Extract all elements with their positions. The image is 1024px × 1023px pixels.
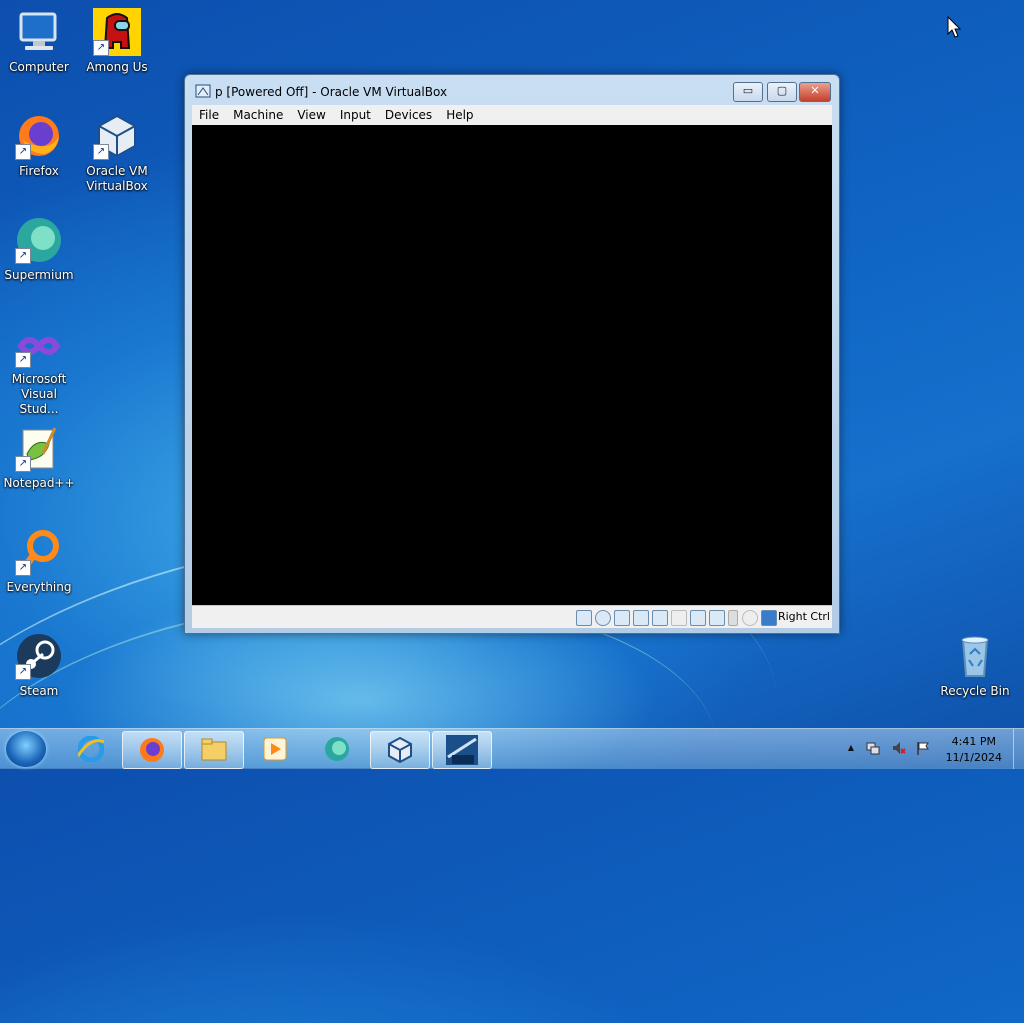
maximize-button[interactable]: ▢ [767, 82, 797, 102]
shortcut-arrow-icon: ↗ [15, 248, 31, 264]
among-us-icon: ↗ [93, 8, 141, 56]
desktop-icon-among-us[interactable]: ↗ Among Us [79, 8, 155, 75]
tray-show-hidden-icons[interactable]: ▲ [844, 741, 858, 755]
supermium-icon: ↗ [15, 216, 63, 264]
action-center-flag-icon[interactable] [916, 741, 930, 755]
status-bar: Right Ctrl [192, 605, 832, 628]
audio-icon[interactable] [614, 610, 630, 626]
media-player-icon [263, 737, 287, 761]
desktop-icon-virtualbox[interactable]: ↗ Oracle VM VirtualBox [79, 112, 155, 194]
taskbar-supermium[interactable] [308, 731, 366, 767]
cpu-icon[interactable] [728, 610, 738, 626]
network-icon[interactable] [633, 610, 649, 626]
shortcut-arrow-icon: ↗ [15, 664, 31, 680]
clock-date: 11/1/2024 [945, 751, 1002, 764]
visual-studio-icon: ↗ [15, 320, 63, 368]
desktop-icon-notepadpp[interactable]: ↗ Notepad++ [1, 424, 77, 491]
shortcut-arrow-icon: ↗ [93, 144, 109, 160]
optical-drive-icon[interactable] [595, 610, 611, 626]
close-button[interactable]: ✕ [799, 82, 831, 102]
desktop-icon-label: Oracle VM VirtualBox [86, 164, 148, 193]
taskbar-virtualbox[interactable] [370, 731, 430, 769]
taskbar-media-player[interactable] [246, 731, 304, 767]
desktop-icon-supermium[interactable]: ↗ Supermium [1, 216, 77, 283]
menu-input[interactable]: Input [333, 105, 378, 122]
display-icon[interactable] [690, 610, 706, 626]
menu-devices[interactable]: Devices [378, 105, 439, 122]
desktop-icon-everything[interactable]: ↗ Everything [1, 528, 77, 595]
host-key-label: Right Ctrl [777, 610, 830, 623]
firefox-icon [140, 738, 164, 762]
taskbar-windows-2000-vm[interactable] [432, 731, 492, 769]
desktop-icon-label: Everything [6, 580, 72, 594]
desktop-icon-label: Microsoft Visual Stud... [11, 372, 67, 416]
host-key-arrow-icon[interactable] [761, 610, 777, 626]
vm-display[interactable] [192, 125, 832, 605]
taskbar: ▲ 4:41 PM 11/1/2024 [0, 728, 1024, 769]
firefox-icon: ↗ [15, 112, 63, 160]
desktop-icon-label: Recycle Bin [940, 684, 1010, 698]
start-button[interactable] [6, 731, 46, 767]
shortcut-arrow-icon: ↗ [15, 456, 31, 472]
recycle-bin-icon [951, 632, 999, 680]
desktop-icon-computer[interactable]: Computer [1, 8, 77, 75]
file-explorer-icon [201, 738, 227, 761]
taskbar-file-explorer[interactable] [184, 731, 244, 769]
notepadpp-icon: ↗ [15, 424, 63, 472]
desktop-icon-label: Among Us [86, 60, 148, 74]
virtualbox-window[interactable]: p [Powered Off] - Oracle VM VirtualBox ▭… [184, 74, 840, 634]
desktop-icon-label: Computer [9, 60, 69, 74]
taskbar-clock[interactable]: 4:41 PM 11/1/2024 [946, 734, 1002, 766]
menu-bar: File Machine View Input Devices Help [192, 105, 832, 125]
virtualbox-icon [388, 737, 412, 763]
minimize-button[interactable]: ▭ [733, 82, 763, 102]
desktop-icon-label: Firefox [19, 164, 59, 178]
desktop-icon-recycle-bin[interactable]: Recycle Bin [937, 632, 1013, 699]
menu-file[interactable]: File [192, 105, 226, 122]
taskbar-firefox[interactable] [122, 731, 182, 769]
window-title: p [Powered Off] - Oracle VM VirtualBox [215, 85, 448, 99]
virtualbox-icon: ↗ [93, 112, 141, 160]
network-tray-icon[interactable] [866, 741, 880, 755]
window-titlebar[interactable]: p [Powered Off] - Oracle VM VirtualBox ▭… [185, 75, 839, 107]
steam-icon: ↗ [15, 632, 63, 680]
clock-time: 4:41 PM [951, 735, 996, 748]
taskbar-internet-explorer[interactable] [62, 731, 120, 767]
internet-explorer-icon [78, 736, 104, 762]
desktop-icon-firefox[interactable]: ↗ Firefox [1, 112, 77, 179]
menu-view[interactable]: View [290, 105, 332, 122]
desktop-icon-visual-studio[interactable]: ↗ Microsoft Visual Stud... [1, 320, 77, 417]
show-desktop-button[interactable] [1013, 729, 1024, 769]
desktop-icon-label: Supermium [4, 268, 74, 282]
virtualbox-app-icon [195, 83, 211, 99]
shortcut-arrow-icon: ↗ [15, 144, 31, 160]
usb-icon[interactable] [652, 610, 668, 626]
shortcut-arrow-icon: ↗ [93, 40, 109, 56]
hard-disk-icon[interactable] [576, 610, 592, 626]
mouse-integration-icon[interactable] [742, 610, 758, 626]
everything-icon: ↗ [15, 528, 63, 576]
supermium-icon [325, 737, 349, 761]
computer-icon [15, 8, 63, 56]
menu-help[interactable]: Help [439, 105, 480, 122]
volume-muted-icon[interactable] [892, 741, 906, 755]
desktop-icon-label: Notepad++ [3, 476, 75, 490]
shared-folders-icon[interactable] [671, 610, 687, 626]
shortcut-arrow-icon: ↗ [15, 352, 31, 368]
menu-machine[interactable]: Machine [226, 105, 290, 122]
video-capture-icon[interactable] [709, 610, 725, 626]
desktop-icon-label: Steam [19, 684, 59, 698]
mouse-cursor-icon [947, 15, 962, 42]
shortcut-arrow-icon: ↗ [15, 560, 31, 576]
desktop-icon-steam[interactable]: ↗ Steam [1, 632, 77, 699]
windows-2000-icon [446, 735, 478, 765]
